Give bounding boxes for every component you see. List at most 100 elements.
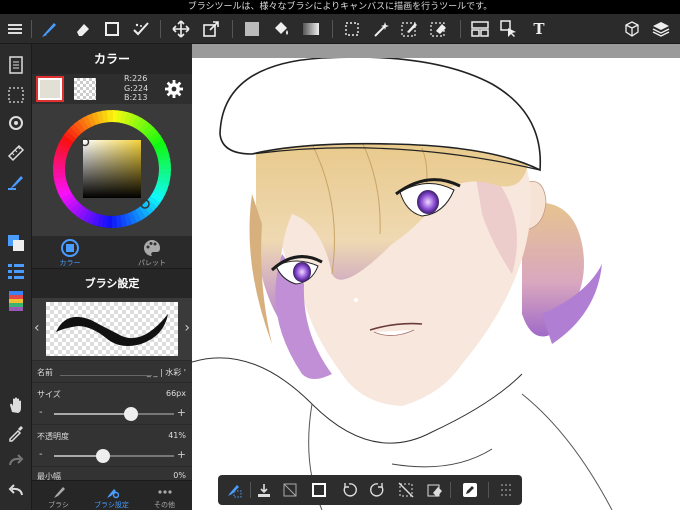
opacity-value: 41%: [168, 431, 186, 440]
name-label: 名前: [37, 368, 53, 377]
opacity-slider[interactable]: [54, 449, 174, 463]
clear-icon[interactable]: [280, 480, 300, 500]
menu-icon[interactable]: [4, 18, 26, 40]
brush-settings-title: ブラシ設定: [32, 268, 192, 298]
gradient-icon[interactable]: [300, 18, 322, 40]
selection-layer-icon[interactable]: [5, 84, 27, 106]
operation-icon[interactable]: [498, 18, 520, 40]
hand-icon[interactable]: [5, 394, 27, 416]
floating-toolbar: [218, 475, 522, 505]
side-panel: カラー R:226 G:224 B:213 カラー パレット ブラシ設定 ‹ ›…: [32, 44, 192, 510]
min-width-value: 0%: [173, 471, 186, 480]
brush-tool-icon[interactable]: [5, 171, 27, 193]
select-eraser-icon[interactable]: [428, 18, 450, 40]
color-wheel-area: [32, 104, 192, 236]
ruler-icon[interactable]: [5, 142, 27, 164]
grid-handle-icon[interactable]: [496, 480, 516, 500]
toolbar-separator: [332, 20, 333, 38]
size-slider-knob[interactable]: [123, 407, 138, 421]
deselect-icon[interactable]: [396, 480, 416, 500]
size-minus-button[interactable]: -: [39, 407, 43, 418]
move-icon[interactable]: [170, 18, 192, 40]
color-mode-tabs: カラー パレット: [32, 236, 192, 268]
canvas-background-edge: [192, 44, 680, 58]
magic-wand-icon[interactable]: [370, 18, 392, 40]
eraser-icon[interactable]: [72, 18, 94, 40]
size-row: サイズ 66px: [32, 382, 192, 404]
select-icon[interactable]: [341, 18, 363, 40]
select-pen-icon[interactable]: [399, 18, 421, 40]
fill-color-icon[interactable]: [241, 18, 263, 40]
opacity-slider-row: - +: [32, 446, 192, 466]
bucket-icon[interactable]: [270, 18, 292, 40]
chevron-right-icon[interactable]: ›: [184, 320, 190, 336]
toolbar-separator: [232, 20, 233, 38]
undo-icon[interactable]: [5, 480, 27, 502]
edit-icon[interactable]: [460, 480, 480, 500]
floatbar-separator: [488, 482, 489, 498]
text-tool-icon[interactable]: T: [528, 18, 550, 40]
name-underline: [60, 375, 152, 376]
opacity-plus-button[interactable]: +: [177, 448, 186, 461]
3d-material-icon[interactable]: [621, 18, 643, 40]
status-text: ブラシツールは、様々なブラシによりキャンバスに描画を行うツールです。: [187, 2, 493, 12]
main-color-swatch[interactable]: [36, 76, 64, 102]
tab-other[interactable]: その他: [138, 484, 191, 510]
toolbar-separator: [31, 20, 32, 38]
rgb-readout: R:226 G:224 B:213: [124, 74, 148, 103]
tab-brush-settings[interactable]: ブラシ設定: [85, 484, 138, 510]
size-slider[interactable]: [54, 407, 174, 421]
left-toolbar: [0, 44, 32, 510]
transform-icon[interactable]: [200, 18, 222, 40]
hue-segment: [106, 110, 114, 123]
floatbar-separator: [250, 482, 251, 498]
tab-brush[interactable]: ブラシ: [32, 484, 85, 510]
size-slider-row: - +: [32, 404, 192, 424]
size-value: 66px: [166, 389, 186, 398]
opacity-label: 不透明度: [37, 432, 69, 441]
chevron-left-icon[interactable]: ‹: [34, 320, 40, 336]
layers-icon[interactable]: [650, 18, 672, 40]
color-panel-title: カラー: [32, 44, 192, 74]
rotate-left-icon[interactable]: [339, 480, 359, 500]
blur-icon[interactable]: [130, 18, 152, 40]
opacity-slider-knob[interactable]: [96, 449, 111, 463]
rgb-g: G:224: [124, 83, 149, 93]
rotate-right-icon[interactable]: [368, 480, 388, 500]
tab-palette[interactable]: パレット: [122, 238, 182, 268]
artwork-illustration: [192, 56, 613, 510]
page-icon[interactable]: [5, 54, 27, 76]
drawing-canvas[interactable]: [192, 44, 680, 510]
rgb-r: R:226: [124, 74, 148, 83]
redo-icon[interactable]: [5, 450, 27, 472]
palette-bars-icon[interactable]: [5, 290, 27, 312]
gear-icon[interactable]: [164, 79, 184, 103]
select-all-icon[interactable]: [309, 480, 329, 500]
brush-name-row[interactable]: 名前 _ _ | 水彩 ': [32, 360, 192, 382]
brush-name-value: _ _ | 水彩 ': [146, 368, 186, 377]
color-wheel[interactable]: [51, 108, 173, 230]
size-label: サイズ: [37, 390, 61, 399]
layer-list-icon[interactable]: [5, 260, 27, 282]
rotate-view-icon[interactable]: [5, 112, 27, 134]
download-icon[interactable]: [254, 480, 274, 500]
color-panel-icon[interactable]: [5, 232, 27, 254]
sub-color-swatch[interactable]: [74, 78, 96, 100]
floatbar-separator: [450, 482, 451, 498]
brush-select-icon[interactable]: [224, 480, 244, 500]
erase-selection-icon[interactable]: [425, 480, 445, 500]
eyedropper-icon[interactable]: [5, 422, 27, 444]
color-swatches: R:226 G:224 B:213: [32, 74, 192, 104]
status-bar: ブラシツールは、様々なブラシによりキャンバスに描画を行うツールです。: [0, 0, 680, 14]
toolbar-separator: [160, 20, 161, 38]
brush-icon[interactable]: [38, 18, 60, 40]
opacity-minus-button[interactable]: -: [39, 449, 43, 460]
rgb-b: B:213: [124, 93, 148, 102]
tab-color[interactable]: カラー: [40, 238, 100, 268]
panel-bottom-tabs: ブラシ ブラシ設定 その他: [32, 480, 192, 510]
size-plus-button[interactable]: +: [177, 406, 186, 419]
rectangle-icon[interactable]: [101, 18, 123, 40]
frame-divider-icon[interactable]: [469, 18, 491, 40]
brush-stroke-preview: [46, 302, 178, 356]
main-color-fill: [40, 80, 60, 98]
